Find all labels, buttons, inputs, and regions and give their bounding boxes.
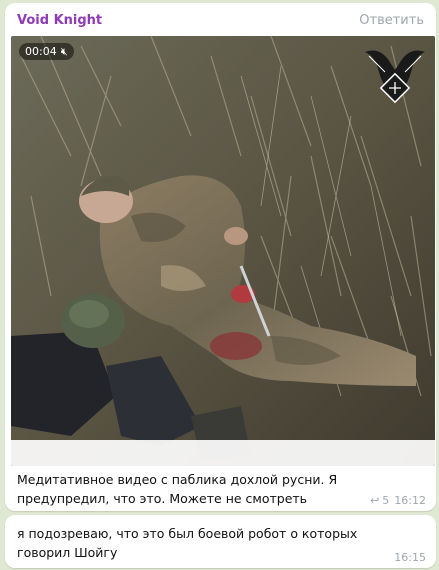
message-caption: Медитативное видео с паблика дохлой русн… — [17, 472, 338, 506]
message-bubble[interactable]: я подозреваю, что это был боевой робот о… — [5, 515, 436, 568]
view-count: 5 — [382, 494, 390, 507]
reply-button[interactable]: Ответить — [359, 13, 424, 28]
forward-count: ↩ 5 — [370, 494, 389, 507]
muted-speaker-icon[interactable]: 🔇︎ — [61, 46, 68, 57]
message-meta: 16:15 — [394, 551, 426, 564]
message-meta: ↩ 5 16:12 — [370, 494, 426, 507]
message-text: я подозреваю, что это был боевой робот о… — [17, 526, 358, 560]
message-time: 16:15 — [394, 551, 426, 564]
message-time: 16:12 — [394, 494, 426, 507]
message-bubble[interactable]: Void Knight Ответить 00:04 🔇︎ Медитативн… — [5, 3, 436, 511]
video-player[interactable]: 00:04 🔇︎ — [11, 36, 435, 466]
video-duration-badge: 00:04 🔇︎ — [19, 43, 74, 60]
watermark-emblem-icon — [365, 50, 425, 104]
duration-text: 00:04 — [25, 45, 57, 58]
forward-arrow-icon: ↩ — [370, 494, 380, 507]
sender-name[interactable]: Void Knight — [17, 13, 102, 28]
